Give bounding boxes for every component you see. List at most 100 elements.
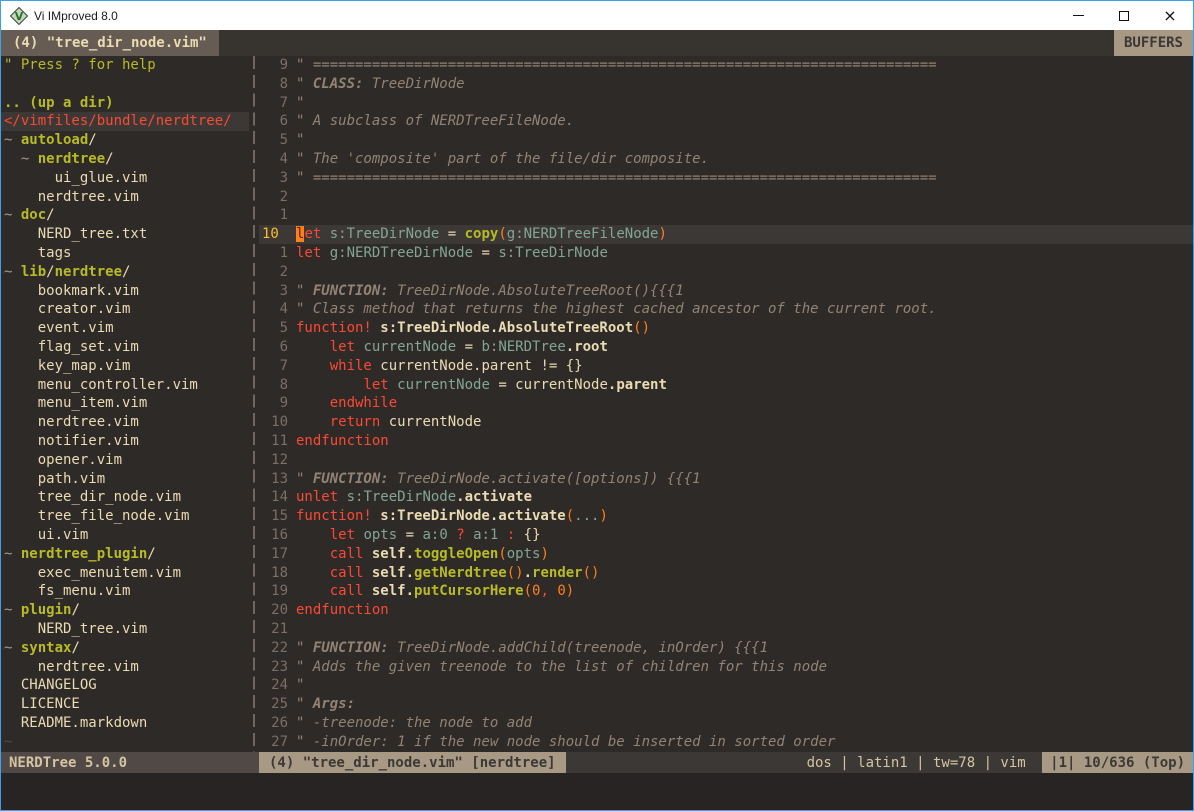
nerdtree-pane[interactable]: " Press ? for help .. (up a dir)</vimfile…: [1, 56, 249, 752]
code-line[interactable]: 20endfunction: [259, 601, 1193, 620]
code-line[interactable]: 21: [259, 620, 1193, 639]
line-number: 3: [259, 169, 288, 188]
tree-item[interactable]: LICENCE: [1, 695, 249, 714]
tree-item[interactable]: exec_menuitem.vim: [1, 564, 249, 583]
code-line[interactable]: 6 let currentNode = b:NERDTree.root: [259, 338, 1193, 357]
close-button[interactable]: ×: [1147, 1, 1193, 30]
command-line[interactable]: [1, 773, 1193, 810]
tree-item[interactable]: notifier.vim: [1, 432, 249, 451]
line-number: 6: [259, 112, 288, 131]
code-line[interactable]: 2: [259, 188, 1193, 207]
tree-item[interactable]: NERD_tree.vim: [1, 620, 249, 639]
code-line[interactable]: 25" Args:: [259, 695, 1193, 714]
buffers-label[interactable]: BUFFERS: [1114, 30, 1193, 56]
code-line[interactable]: 14unlet s:TreeDirNode.activate: [259, 488, 1193, 507]
tree-item[interactable]: tree_file_node.vim: [1, 507, 249, 526]
vim-window: V Vi IMproved 8.0 × (4) "tree_dir_node.v…: [0, 0, 1194, 811]
code-line[interactable]: 6" A subclass of NERDTreeFileNode.: [259, 112, 1193, 131]
code-line[interactable]: 8 let currentNode = currentNode.parent: [259, 376, 1193, 395]
tree-item[interactable]: ~ autoload/: [1, 131, 249, 150]
svg-text:V: V: [15, 10, 24, 23]
tree-item[interactable]: ~: [1, 733, 249, 752]
code-line[interactable]: 23" Adds the given treenode to the list …: [259, 658, 1193, 677]
line-number: 24: [259, 676, 288, 695]
code-line[interactable]: 5": [259, 131, 1193, 150]
code-line[interactable]: 4" Class method that returns the highest…: [259, 300, 1193, 319]
tree-item[interactable]: bookmark.vim: [1, 282, 249, 301]
line-number: 16: [259, 526, 288, 545]
tree-item[interactable]: event.vim: [1, 319, 249, 338]
code-line[interactable]: 26" -treenode: the node to add: [259, 714, 1193, 733]
tree-item[interactable]: tags: [1, 244, 249, 263]
close-icon: ×: [1163, 6, 1176, 25]
tree-item[interactable]: ~ nerdtree_plugin/: [1, 545, 249, 564]
tree-item[interactable]: ui_glue.vim: [1, 169, 249, 188]
code-line[interactable]: 11endfunction: [259, 432, 1193, 451]
line-number: 4: [259, 150, 288, 169]
line-number: 15: [259, 507, 288, 526]
code-line[interactable]: 8" CLASS: TreeDirNode: [259, 75, 1193, 94]
code-line[interactable]: 22" FUNCTION: TreeDirNode.addChild(treen…: [259, 639, 1193, 658]
code-line[interactable]: 15function! s:TreeDirNode.activate(...): [259, 507, 1193, 526]
code-line[interactable]: 19 call self.putCursorHere(0, 0): [259, 582, 1193, 601]
vertical-split-separator[interactable]: [249, 56, 259, 752]
tree-item[interactable]: key_map.vim: [1, 357, 249, 376]
tree-item[interactable]: ~ nerdtree/: [1, 150, 249, 169]
code-line[interactable]: 27" -inOrder: 1 if the new node should b…: [259, 733, 1193, 752]
tree-item[interactable]: flag_set.vim: [1, 338, 249, 357]
editor-pane[interactable]: 9" =====================================…: [259, 56, 1193, 752]
code-line[interactable]: 5function! s:TreeDirNode.AbsoluteTreeRoo…: [259, 319, 1193, 338]
tree-item[interactable]: NERD_tree.txt: [1, 225, 249, 244]
tree-item[interactable]: ui.vim: [1, 526, 249, 545]
line-number: 26: [259, 714, 288, 733]
line-number: 27: [259, 733, 288, 752]
minimize-button[interactable]: [1055, 1, 1101, 30]
code-line[interactable]: 1let g:NERDTreeDirNode = s:TreeDirNode: [259, 244, 1193, 263]
code-line[interactable]: 1: [259, 206, 1193, 225]
tab-tree-dir-node[interactable]: (4) "tree_dir_node.vim": [1, 30, 219, 56]
tree-item[interactable]: opener.vim: [1, 451, 249, 470]
tree-item[interactable]: menu_controller.vim: [1, 376, 249, 395]
tree-item[interactable]: CHANGELOG: [1, 676, 249, 695]
tree-item[interactable]: ~ lib/nerdtree/: [1, 263, 249, 282]
code-line[interactable]: 10 return currentNode: [259, 413, 1193, 432]
line-number: 25: [259, 695, 288, 714]
tree-item[interactable]: ~ syntax/: [1, 639, 249, 658]
tree-item[interactable]: nerdtree.vim: [1, 413, 249, 432]
tree-item[interactable]: tree_dir_node.vim: [1, 488, 249, 507]
code-line[interactable]: 4" The 'composite' part of the file/dir …: [259, 150, 1193, 169]
tree-item[interactable]: .. (up a dir): [1, 94, 249, 113]
code-line[interactable]: 10let s:TreeDirNode = copy(g:NERDTreeFil…: [259, 225, 1193, 244]
code-line[interactable]: 3" =====================================…: [259, 169, 1193, 188]
code-line[interactable]: 16 let opts = a:0 ? a:1 : {}: [259, 526, 1193, 545]
code-line[interactable]: 9" =====================================…: [259, 56, 1193, 75]
tree-item[interactable]: </vimfiles/bundle/nerdtree/: [1, 112, 249, 131]
tree-item[interactable]: fs_menu.vim: [1, 582, 249, 601]
line-number: 22: [259, 639, 288, 658]
tree-item[interactable]: ~ plugin/: [1, 601, 249, 620]
code-line[interactable]: 13" FUNCTION: TreeDirNode.activate([opti…: [259, 470, 1193, 489]
tree-item[interactable]: ~ doc/: [1, 206, 249, 225]
tree-item[interactable]: menu_item.vim: [1, 394, 249, 413]
maximize-button[interactable]: [1101, 1, 1147, 30]
tree-item[interactable]: [1, 75, 249, 94]
code-line[interactable]: 3" FUNCTION: TreeDirNode.AbsoluteTreeRoo…: [259, 282, 1193, 301]
tree-item[interactable]: creator.vim: [1, 300, 249, 319]
tree-item[interactable]: nerdtree.vim: [1, 188, 249, 207]
code-line[interactable]: 9 endwhile: [259, 394, 1193, 413]
line-number: 23: [259, 658, 288, 677]
code-line[interactable]: 7": [259, 94, 1193, 113]
code-line[interactable]: 17 call self.toggleOpen(opts): [259, 545, 1193, 564]
tree-item[interactable]: path.vim: [1, 470, 249, 489]
code-line[interactable]: 12: [259, 451, 1193, 470]
tree-item[interactable]: README.markdown: [1, 714, 249, 733]
tree-item[interactable]: " Press ? for help: [1, 56, 249, 75]
line-number: 9: [259, 394, 288, 413]
code-line[interactable]: 7 while currentNode.parent != {}: [259, 357, 1193, 376]
tree-item[interactable]: nerdtree.vim: [1, 658, 249, 677]
line-number: 10: [259, 225, 288, 244]
line-number: 12: [259, 451, 288, 470]
code-line[interactable]: 18 call self.getNerdtree().render(): [259, 564, 1193, 583]
code-line[interactable]: 24": [259, 676, 1193, 695]
code-line[interactable]: 2: [259, 263, 1193, 282]
